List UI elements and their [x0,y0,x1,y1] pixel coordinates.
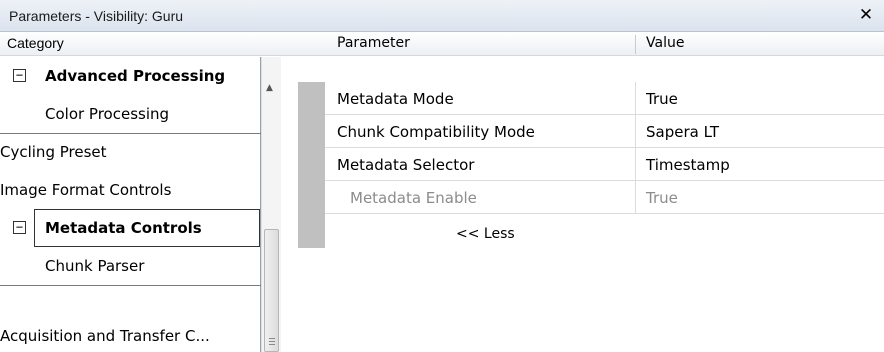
parameter-value: True [646,189,678,207]
category-item-image-format-controls[interactable]: Image Format Controls [0,171,261,209]
category-label: Cycling Preset [0,143,107,161]
cell-divider [635,82,636,115]
grip-line [269,341,275,342]
category-label: Advanced Processing [45,67,226,85]
category-label: Chunk Parser [45,257,145,275]
parameter-row[interactable]: Metadata Enable True [325,181,884,214]
parameter-row[interactable]: Metadata Selector Timestamp [325,148,884,181]
grip-line [269,344,275,345]
category-item-metadata-controls[interactable]: − Metadata Controls [0,209,261,247]
scroll-up-icon[interactable]: ▲ [266,83,273,93]
category-scrollbar[interactable]: ▲ [261,57,281,352]
parameter-row[interactable]: Chunk Compatibility Mode Sapera LT [325,115,884,148]
close-icon[interactable]: ✕ [855,4,877,26]
header-divider[interactable] [635,35,636,54]
parameter-name: Metadata Mode [337,90,454,108]
parameter-name: Metadata Selector [337,156,475,174]
collapse-icon[interactable]: − [13,69,26,82]
parameter-header[interactable]: Parameter [337,32,410,56]
row-header-column [298,82,325,248]
value-header[interactable]: Value [646,32,684,56]
category-item-chunk-parser[interactable]: Chunk Parser [0,247,261,285]
cell-divider [635,115,636,148]
parameter-value[interactable]: Timestamp [646,156,730,174]
category-header[interactable]: Category [7,32,64,56]
less-link[interactable]: << Less [456,226,515,242]
category-item-cycling-preset[interactable]: Cycling Preset [0,133,261,171]
category-label: Acquisition and Transfer C... [0,327,210,345]
parameter-name: Metadata Enable [350,189,477,207]
parameter-value[interactable]: True [646,90,678,108]
category-item-acquisition-transfer[interactable]: Acquisition and Transfer C... [0,315,261,352]
category-label: Metadata Controls [45,219,202,237]
category-label: Color Processing [45,105,170,123]
cell-divider [635,148,636,181]
parameter-value[interactable]: Sapera LT [646,123,719,141]
title-bar: Parameters - Visibility: Guru ✕ [0,0,884,32]
category-tree: − Advanced Processing Color Processing C… [0,57,261,352]
grip-line [269,338,275,339]
category-label: Image Format Controls [0,181,172,199]
category-divider [0,285,261,286]
cell-divider [635,181,636,214]
parameter-name: Chunk Compatibility Mode [337,123,535,141]
category-item-advanced-processing[interactable]: − Advanced Processing [0,57,261,95]
category-item-color-processing[interactable]: Color Processing [0,95,261,133]
column-header-bar: Category Parameter Value [0,32,884,56]
scroll-thumb[interactable] [264,229,279,352]
parameter-row[interactable]: Metadata Mode True [325,82,884,115]
collapse-icon[interactable]: − [13,221,26,234]
window-title: Parameters - Visibility: Guru [9,8,184,24]
